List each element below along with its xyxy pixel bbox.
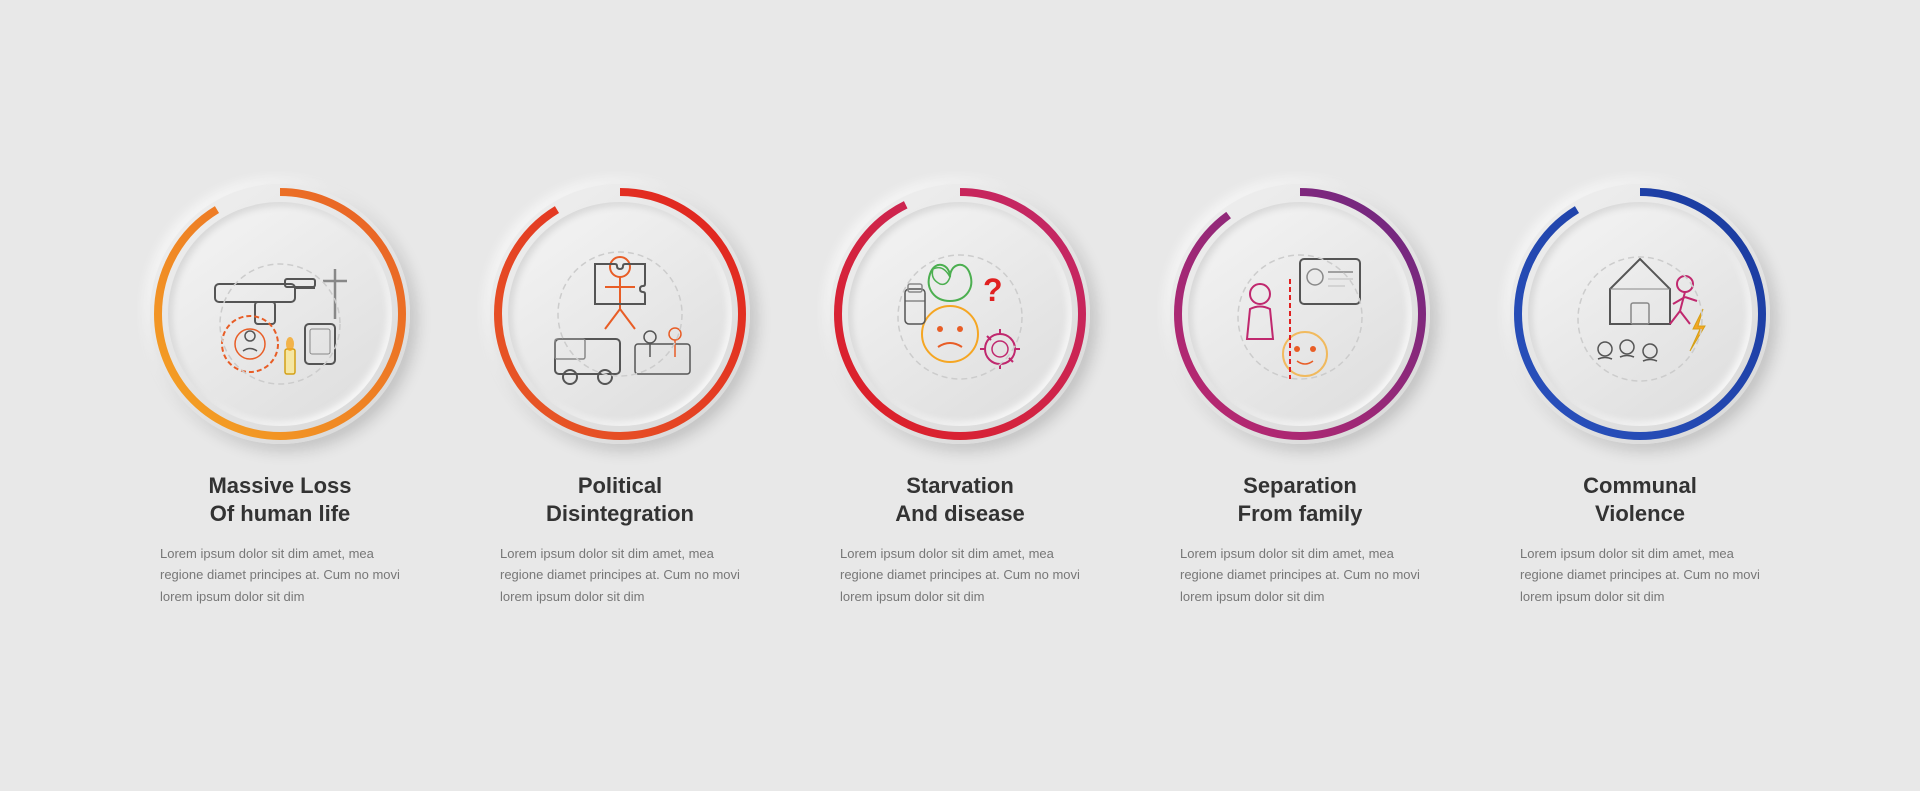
icon-war-weapons (185, 219, 375, 409)
card-starvation: ? (805, 184, 1115, 608)
circle-wrapper-1 (150, 184, 410, 444)
circle-wrapper-5 (1510, 184, 1770, 444)
card-desc-4: Lorem ipsum dolor sit dim amet, mea regi… (1180, 543, 1420, 607)
card-title-4: Separation From family (1238, 472, 1363, 529)
card-desc-1: Lorem ipsum dolor sit dim amet, mea regi… (160, 543, 400, 607)
card-title-2: Political Disintegration (546, 472, 694, 529)
circle-inner-3: ? (848, 202, 1072, 426)
card-political: Political Disintegration Lorem ipsum dol… (465, 184, 775, 608)
svg-text:?: ? (983, 272, 1003, 308)
icon-political (525, 219, 715, 409)
circle-inner-5 (1528, 202, 1752, 426)
circle-inner-1 (168, 202, 392, 426)
icon-starvation: ? (865, 219, 1055, 409)
infographic: Massive Loss Of human life Lorem ipsum d… (0, 144, 1920, 648)
icon-separation (1205, 219, 1395, 409)
card-title-5: Communal Violence (1583, 472, 1697, 529)
card-title-3: Starvation And disease (895, 472, 1025, 529)
card-desc-3: Lorem ipsum dolor sit dim amet, mea regi… (840, 543, 1080, 607)
card-desc-5: Lorem ipsum dolor sit dim amet, mea regi… (1520, 543, 1760, 607)
card-massive-loss: Massive Loss Of human life Lorem ipsum d… (125, 184, 435, 608)
icon-communal-violence (1545, 219, 1735, 409)
circle-wrapper-2 (490, 184, 750, 444)
circle-inner-4 (1188, 202, 1412, 426)
card-desc-2: Lorem ipsum dolor sit dim amet, mea regi… (500, 543, 740, 607)
card-title-1: Massive Loss Of human life (208, 472, 351, 529)
circle-inner-2 (508, 202, 732, 426)
circle-wrapper-4 (1170, 184, 1430, 444)
circle-wrapper-3: ? (830, 184, 1090, 444)
card-separation: Separation From family Lorem ipsum dolor… (1145, 184, 1455, 608)
card-communal: Communal Violence Lorem ipsum dolor sit … (1485, 184, 1795, 608)
